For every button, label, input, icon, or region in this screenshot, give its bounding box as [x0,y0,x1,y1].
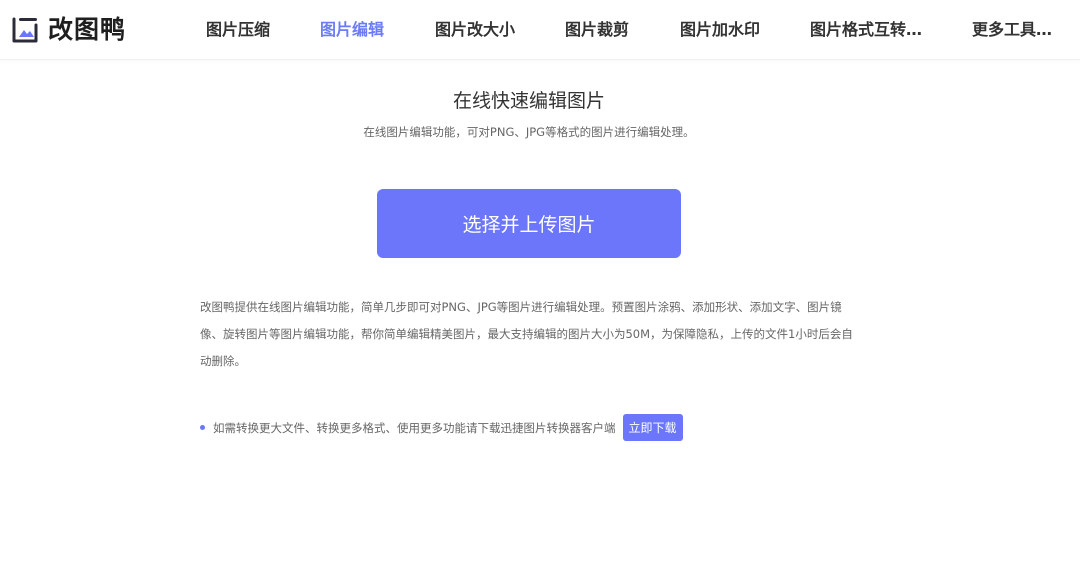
nav-item-edit[interactable]: 图片编辑 [320,18,384,42]
nav-item-format-convert[interactable]: 图片格式互转… [810,18,922,42]
download-now-button[interactable]: 立即下载 [622,414,683,441]
brand-logo[interactable]: 改图鸭 [10,14,126,46]
page-subtitle: 在线图片编辑功能，可对PNG、JPG等格式的图片进行编辑处理。 [363,125,695,139]
nav-item-resize[interactable]: 图片改大小 [435,18,515,42]
feature-description: 改图鸭提供在线图片编辑功能，简单几步即可对PNG、JPG等图片进行编辑处理。预置… [200,300,853,368]
nav-item-compress[interactable]: 图片压缩 [206,18,270,42]
picture-frame-icon [12,17,38,43]
nav-item-crop[interactable]: 图片裁剪 [565,18,629,42]
page-title: 在线快速编辑图片 [452,90,605,112]
brand-name: 改图鸭 [48,15,127,44]
upload-image-button[interactable]: 选择并上传图片 [377,189,681,258]
top-navbar: 改图鸭 图片压缩 图片编辑 图片改大小 图片裁剪 图片加水印 图片格式互转… 更… [0,0,1080,60]
notice-text: 如需转换更大文件、转换更多格式、使用更多功能请下载迅捷图片转换器客户端 [213,420,616,435]
nav-item-more-tools[interactable]: 更多工具… [972,18,1052,42]
download-notice: 如需转换更大文件、转换更多格式、使用更多功能请下载迅捷图片转换器客户端 立即下载 [200,414,683,441]
bullet-dot-icon [200,425,205,430]
nav-item-watermark[interactable]: 图片加水印 [680,18,760,42]
